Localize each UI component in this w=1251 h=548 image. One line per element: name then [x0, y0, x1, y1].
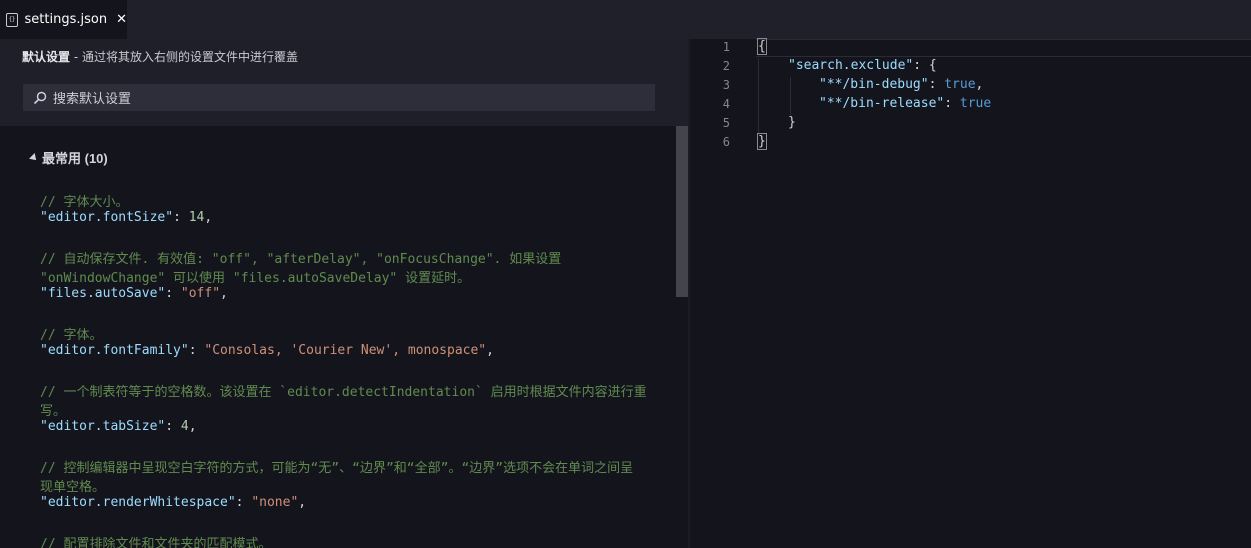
code-line: "**/bin-release": true	[819, 96, 992, 111]
tab-label: settings.json	[24, 12, 108, 27]
default-settings-hint: - 通过将其放入右侧的设置文件中进行覆盖	[70, 50, 298, 64]
default-settings-pane: 默认设置 - 通过将其放入右侧的设置文件中进行覆盖 搜索默认设置 最常用 (10…	[0, 39, 688, 548]
line-number: 2	[722, 59, 730, 73]
indent-guide	[790, 77, 791, 115]
setting-key: "editor.fontSize"	[40, 210, 174, 225]
setting-line: "editor.renderWhitespace": "none",	[40, 495, 307, 510]
line-number: 4	[722, 97, 730, 111]
code-line: "**/bin-debug": true,	[819, 77, 984, 92]
json-file-icon: {}	[6, 12, 18, 27]
close-icon[interactable]: ✕	[116, 12, 127, 27]
setting-line: "files.autoSave": "off",	[40, 286, 228, 301]
comment-line: // 控制编辑器中呈现空白字符的方式，可能为“无”、“边界”和“全部”。“边界”…	[40, 461, 634, 476]
setting-value: true	[944, 77, 976, 92]
comment-line: // 自动保存文件. 有效值: "off", "afterDelay", "on…	[40, 252, 562, 267]
code-punctuation: : {	[913, 58, 937, 73]
close-brace: }	[788, 115, 796, 130]
setting-key: "**/bin-release"	[819, 96, 945, 111]
setting-line: "editor.fontSize": 14,	[40, 210, 213, 225]
search-placeholder: 搜索默认设置	[53, 92, 132, 107]
setting-key: "**/bin-debug"	[819, 77, 929, 92]
setting-value: 14	[188, 210, 205, 225]
code-line: }	[757, 133, 767, 150]
line-number: 5	[722, 116, 730, 130]
setting-value: true	[959, 96, 992, 111]
code-line: {	[757, 38, 767, 55]
default-settings-editor[interactable]: 最常用 (10) // 字体大小。 "editor.fontSize": 14,…	[0, 126, 676, 548]
comment-line: // 字体大小。	[40, 195, 129, 210]
default-settings-header: 默认设置 - 通过将其放入右侧的设置文件中进行覆盖 搜索默认设置	[0, 39, 688, 126]
setting-value: "off"	[180, 286, 221, 301]
line-number: 1	[722, 40, 730, 54]
scrollbar-thumb[interactable]	[676, 126, 688, 297]
line-number: 6	[722, 135, 730, 149]
setting-value: "none"	[251, 495, 299, 510]
setting-key: "search.exclude"	[788, 58, 914, 73]
search-icon	[33, 91, 47, 104]
setting-value: "Consolas, 'Courier New', monospace"	[204, 343, 487, 358]
open-brace: {	[757, 38, 767, 55]
line-number: 3	[722, 78, 730, 92]
indent-guide	[758, 58, 759, 134]
section-title: 最常用 (10)	[42, 151, 108, 166]
comment-line: // 一个制表符等于的空格数。该设置在 `editor.detectIndent…	[40, 385, 647, 400]
setting-key: "editor.fontFamily"	[40, 343, 189, 358]
setting-key: "editor.renderWhitespace"	[40, 495, 236, 510]
collapse-triangle-icon[interactable]	[29, 152, 39, 163]
code-punctuation: ,	[975, 77, 984, 92]
default-settings-title: 默认设置	[22, 50, 71, 64]
comment-line: // 配置排除文件和文件夹的匹配模式。	[40, 537, 272, 548]
tab-settings-json[interactable]: {} settings.json ✕	[0, 0, 127, 39]
scrollbar[interactable]	[676, 126, 688, 548]
code-line: }	[788, 115, 796, 130]
setting-line: "editor.tabSize": 4,	[40, 419, 197, 434]
user-settings-editor[interactable]: 1 2 3 4 5 6 { "search.exclude": { "**/bi…	[690, 38, 1251, 548]
comment-line: 写。	[40, 404, 67, 419]
comment-line: "onWindowChange" 可以使用 "files.autoSaveDel…	[40, 271, 471, 286]
comment-line: 现单空格。	[40, 480, 106, 495]
search-settings-input[interactable]: 搜索默认设置	[23, 84, 655, 111]
setting-key: "editor.tabSize"	[40, 419, 166, 434]
current-line-highlight	[756, 39, 1251, 57]
setting-value: 4	[180, 419, 189, 434]
code-line: "search.exclude": {	[788, 58, 937, 73]
close-brace: }	[757, 133, 767, 150]
default-settings-description: 默认设置 - 通过将其放入右侧的设置文件中进行覆盖	[22, 48, 298, 65]
tab-bar: {} settings.json ✕	[0, 0, 1251, 39]
section-most-used[interactable]: 最常用 (10)	[29, 148, 108, 167]
setting-key: "files.autoSave"	[40, 286, 166, 301]
comment-line: // 字体。	[40, 328, 103, 343]
setting-line: "editor.fontFamily": "Consolas, 'Courier…	[40, 343, 494, 358]
